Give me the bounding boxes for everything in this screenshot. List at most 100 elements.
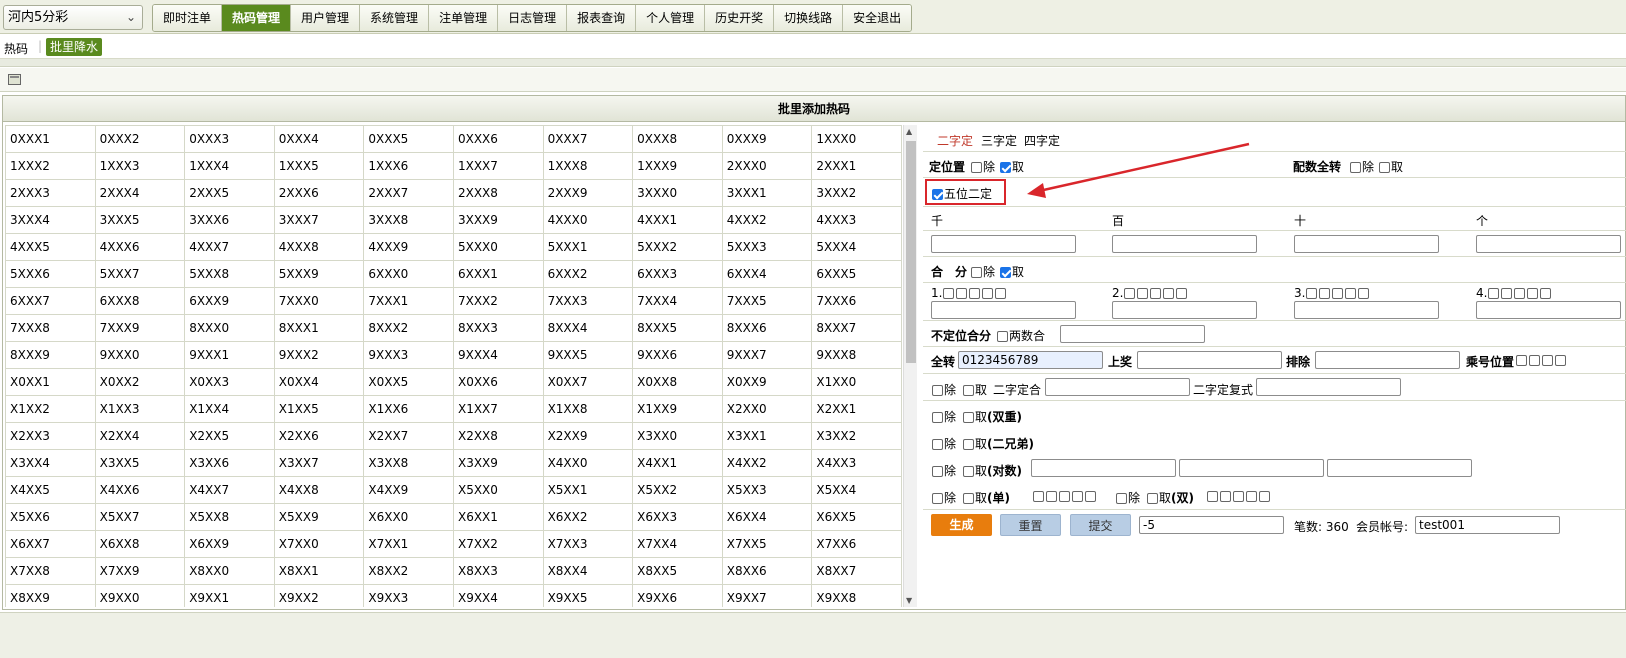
grid-cell[interactable]: 8XXX9 <box>5 341 96 369</box>
grid-cell[interactable]: X2XX4 <box>94 422 186 450</box>
grid-cell[interactable]: 3XXX5 <box>94 206 186 234</box>
nav-tab[interactable]: 个人管理 <box>636 5 706 31</box>
checkbox[interactable] <box>1207 491 1218 502</box>
grid-cell[interactable]: 6XXX1 <box>452 260 544 288</box>
grid-cell[interactable]: 5XXX0 <box>452 233 544 261</box>
grid-cell[interactable]: X0XX8 <box>632 368 723 396</box>
grid-cell[interactable]: 5XXX2 <box>632 233 723 261</box>
grid-cell[interactable]: 7XXX9 <box>94 314 186 342</box>
grid-cell[interactable]: 8XXX1 <box>273 314 365 342</box>
grid-cell[interactable]: X9XX7 <box>721 584 813 607</box>
checkbox[interactable] <box>1529 355 1540 366</box>
odd-take[interactable]: 取(单) <box>962 489 1010 506</box>
grid-cell[interactable]: X5XX0 <box>452 476 544 504</box>
nav-tab[interactable]: 历史开奖 <box>705 5 775 31</box>
grid-cell[interactable]: 4XXX1 <box>632 206 723 234</box>
grid-cell[interactable]: 2XXX0 <box>721 152 813 180</box>
five-position-toggle[interactable]: 五位二定 <box>931 185 992 202</box>
nav-tab[interactable]: 报表查询 <box>567 5 637 31</box>
nav-tab[interactable]: 热码管理 <box>222 5 292 31</box>
grid-cell[interactable]: 0XXX1 <box>5 125 96 153</box>
tab-two-digit[interactable]: 二字定 <box>937 132 973 149</box>
sum-input-2[interactable] <box>1112 301 1257 319</box>
reset-button[interactable]: 重置 <box>1000 514 1061 536</box>
grid-cell[interactable]: 7XXX1 <box>363 287 454 315</box>
sum-exclude[interactable]: 除 <box>970 263 995 280</box>
sum-input-3[interactable] <box>1294 301 1439 319</box>
double-take[interactable]: 取(双重) <box>962 408 1022 425</box>
grid-cell[interactable]: 6XXX9 <box>184 287 275 315</box>
scroll-thumb[interactable] <box>906 141 916 363</box>
checkbox[interactable] <box>963 493 974 504</box>
grid-cell[interactable]: 6XXX2 <box>542 260 634 288</box>
grid-cell[interactable]: X3XX0 <box>632 422 723 450</box>
grid-cell[interactable]: 3XXX2 <box>811 179 902 207</box>
even-exclude[interactable]: 除 <box>1115 489 1140 506</box>
nav-tab[interactable]: 日志管理 <box>498 5 568 31</box>
grid-cell[interactable]: 3XXX0 <box>632 179 723 207</box>
grid-cell[interactable]: X5XX4 <box>811 476 902 504</box>
grid-cell[interactable]: 8XXX6 <box>721 314 813 342</box>
grid-cell[interactable]: 1XXX3 <box>94 152 186 180</box>
nav-tab[interactable]: 切换线路 <box>774 5 844 31</box>
checkbox[interactable] <box>971 267 982 278</box>
grid-cell[interactable]: 6XXX5 <box>811 260 902 288</box>
amount-input[interactable]: -5 <box>1139 516 1284 534</box>
checkbox[interactable] <box>1116 493 1127 504</box>
grid-cell[interactable]: X7XX2 <box>452 530 544 558</box>
grid-cell[interactable]: 0XXX2 <box>94 125 186 153</box>
checkbox[interactable] <box>1514 288 1526 299</box>
grid-cell[interactable]: X7XX3 <box>542 530 634 558</box>
grid-cell[interactable]: 5XXX9 <box>273 260 365 288</box>
grid-cell[interactable]: X2XX9 <box>542 422 634 450</box>
grid-cell[interactable]: X2XX5 <box>184 422 275 450</box>
grid-cell[interactable]: X9XX1 <box>184 584 275 607</box>
grid-cell[interactable]: 1XXX8 <box>542 152 634 180</box>
grid-cell[interactable]: X7XX8 <box>5 557 96 585</box>
checkbox-checked[interactable] <box>1000 162 1011 173</box>
grid-cell[interactable]: X1XX7 <box>452 395 544 423</box>
generate-button[interactable]: 生成 <box>931 514 992 536</box>
grid-cell[interactable]: X0XX9 <box>721 368 813 396</box>
grid-cell[interactable]: X6XX5 <box>811 503 902 531</box>
grid-cell[interactable]: X8XX6 <box>721 557 813 585</box>
grid-cell[interactable]: 4XXX0 <box>542 206 634 234</box>
grid-cell[interactable]: 3XXX6 <box>184 206 275 234</box>
grid-cell[interactable]: X5XX8 <box>184 503 275 531</box>
grid-cell[interactable]: 6XXX7 <box>5 287 96 315</box>
checkbox-checked[interactable] <box>1000 267 1011 278</box>
checkbox[interactable] <box>1033 491 1044 502</box>
grid-cell[interactable]: 2XXX5 <box>184 179 275 207</box>
grid-cell[interactable]: X2XX7 <box>363 422 454 450</box>
checkbox[interactable] <box>963 385 974 396</box>
grid-cell[interactable]: 2XXX1 <box>811 152 902 180</box>
grid-cell[interactable]: X2XX1 <box>811 395 902 423</box>
grid-cell[interactable]: 9XXX2 <box>273 341 365 369</box>
grid-cell[interactable]: 2XXX3 <box>5 179 96 207</box>
grid-cell[interactable]: X7XX9 <box>94 557 186 585</box>
grid-cell[interactable]: X4XX7 <box>184 476 275 504</box>
checkbox[interactable] <box>963 412 974 423</box>
checkbox[interactable] <box>932 412 943 423</box>
checkbox[interactable] <box>1147 493 1158 504</box>
grid-cell[interactable]: 0XXX4 <box>273 125 365 153</box>
unfixed-sum-input[interactable] <box>1060 325 1205 343</box>
checkbox[interactable] <box>1246 491 1257 502</box>
grid-cell[interactable]: X5XX7 <box>94 503 186 531</box>
grid-cell[interactable]: X0XX5 <box>363 368 454 396</box>
grid-cell[interactable]: X3XX2 <box>811 422 902 450</box>
grid-cell[interactable]: X5XX9 <box>273 503 365 531</box>
grid-cell[interactable]: 7XXX0 <box>273 287 365 315</box>
checkbox[interactable] <box>1332 288 1344 299</box>
grid-cell[interactable]: X8XX2 <box>363 557 454 585</box>
checkbox[interactable] <box>1358 288 1370 299</box>
grid-cell[interactable]: X8XX7 <box>811 557 902 585</box>
grid-cell[interactable]: X8XX0 <box>184 557 275 585</box>
grid-cell[interactable]: 8XXX2 <box>363 314 454 342</box>
grid-cell[interactable]: 0XXX9 <box>721 125 813 153</box>
grid-cell[interactable]: X3XX4 <box>5 449 96 477</box>
checkbox[interactable] <box>1176 288 1188 299</box>
grid-cell[interactable]: 2XXX9 <box>542 179 634 207</box>
grid-cell[interactable]: 8XXX0 <box>184 314 275 342</box>
checkbox[interactable] <box>1046 491 1057 502</box>
